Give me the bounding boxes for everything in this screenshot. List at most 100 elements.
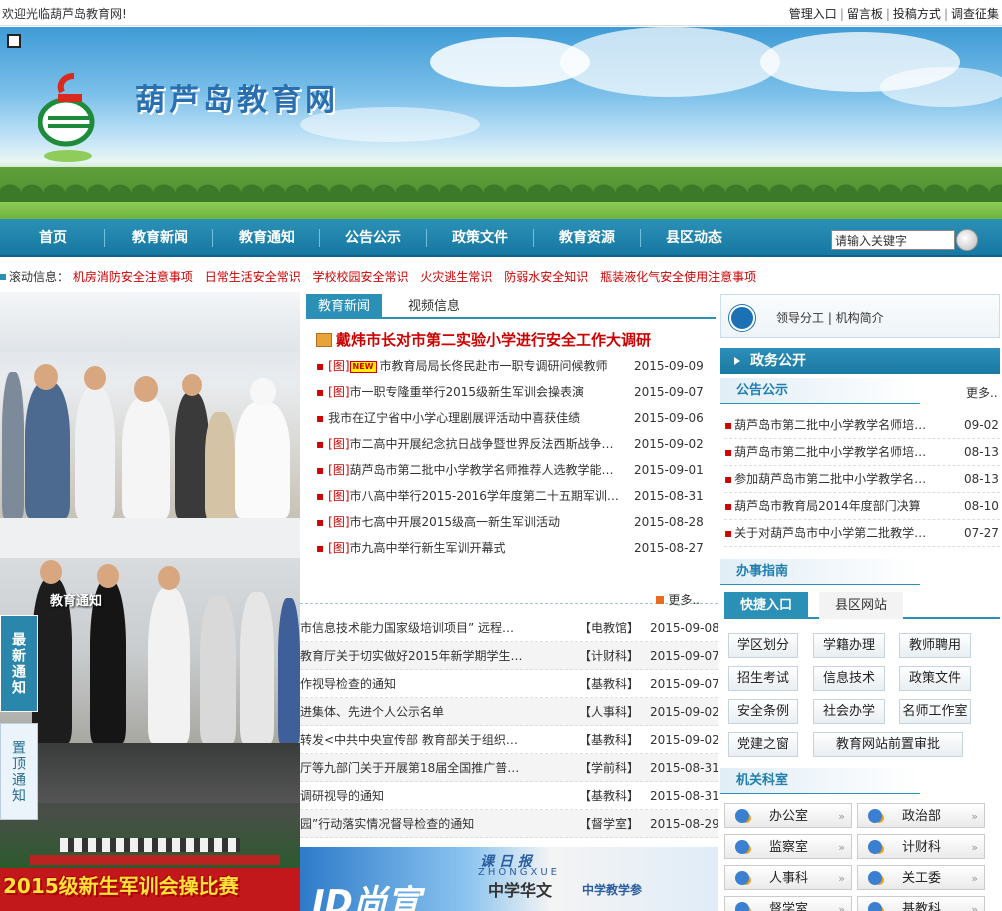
announce-item[interactable]: ▪ 关于对葫芦岛市中小学第二批教学… 07-27 [724, 520, 1000, 547]
welcome-text: 欢迎光临葫芦岛教育网! [2, 7, 127, 21]
nav-policy[interactable]: 政策文件 [442, 219, 518, 257]
tab-quick-entry[interactable]: 快捷入口 [724, 592, 809, 619]
news-icon [316, 333, 332, 347]
notice-item[interactable]: 转发<中共中央宣传部 教育部关于组织… 【基教科】 2015-09-02 [300, 726, 718, 754]
announce-item[interactable]: ▪ 葫芦岛市教育局2014年度部门决算 08-10 [724, 493, 1000, 520]
news-item[interactable]: ▪ [图]市七高中开展2015级高一新生军训活动 2015-08-28 [316, 509, 716, 535]
guide-button[interactable]: 招生考试 [728, 666, 798, 691]
people-icon [868, 840, 882, 854]
admin-link[interactable]: 管理入口 [786, 7, 840, 21]
scroll-item[interactable]: 机房消防安全注意事项 [73, 270, 193, 284]
center-column: 教育新闻 视频信息 戴炜市长对市第二实验小学进行安全工作大调研 ▪ [图] NEW 市… [300, 292, 718, 911]
survey-link[interactable]: 调查征集 [948, 7, 1002, 21]
guide-button[interactable]: 信息技术 [813, 666, 885, 691]
nav-home[interactable]: 首页 [18, 219, 88, 257]
news-item[interactable]: ▪ [图]市八高中举行2015-2016学年度第二十五期军训… 2015-08-31 [316, 483, 716, 509]
people-icon [868, 871, 882, 885]
leader-box[interactable]: 领导分工 | 机构简介 [720, 294, 1000, 338]
announce-title: 公告公示 [720, 378, 920, 404]
nav-education-notice[interactable]: 教育通知 [229, 219, 305, 257]
tab-video-info[interactable]: 视频信息 [396, 294, 472, 319]
nav-announcements[interactable]: 公告公示 [335, 219, 411, 257]
guide-button[interactable]: 学区划分 [728, 633, 798, 658]
dept-button[interactable]: 督学室» [724, 896, 852, 911]
people-icon [868, 902, 882, 911]
scroll-item[interactable]: 火灾逃生常识 [420, 270, 492, 284]
nav-resources[interactable]: 教育资源 [549, 219, 625, 257]
tab-education-news[interactable]: 教育新闻 [306, 294, 383, 319]
magazine-title: 中学华文 [488, 881, 553, 900]
guide-button[interactable]: 党建之窗 [728, 732, 798, 757]
dept-button[interactable]: 关工委» [857, 865, 985, 890]
scroll-item[interactable]: 日常生活安全常识 [205, 270, 301, 284]
notice-item[interactable]: 园”行动落实情况督导检查的通知 【督学室】 2015-08-29 [300, 810, 718, 838]
news-item[interactable]: ▪ 我市在辽宁省中小学心理剧展评活动中喜获佳绩 2015-09-06 [316, 405, 716, 431]
nav-county-news[interactable]: 县区动态 [656, 219, 732, 257]
corner-box-icon[interactable] [7, 34, 21, 48]
magazine-strip[interactable]: ID尚宣 课 日 报 ZHONGXUE 中学华文 中学教学参 [300, 847, 718, 911]
guide-button[interactable]: 安全条例 [728, 699, 798, 724]
top-links: 管理入口 | 留言板 | 投稿方式 | 调查征集 [786, 5, 1002, 22]
dept-button[interactable]: 政治部» [857, 803, 985, 828]
more-icon [656, 596, 665, 604]
guide-button[interactable]: 教育网站前置审批 [813, 732, 963, 757]
guide-button[interactable]: 政策文件 [899, 666, 971, 691]
guide-button[interactable]: 名师工作室 [899, 699, 971, 724]
news-photo-1[interactable] [0, 292, 300, 518]
announce-item[interactable]: ▪ 葫芦岛市第二批中小学教学名师培… 08-13 [724, 439, 1000, 466]
submission-link[interactable]: 投稿方式 [890, 7, 944, 21]
guide-button[interactable]: 学籍办理 [813, 633, 885, 658]
guestbook-link[interactable]: 留言板 [844, 7, 886, 21]
people-icon [735, 809, 749, 823]
dept-button[interactable]: 办公室» [724, 803, 852, 828]
news-item[interactable]: ▪ [图] NEW 市教育局局长佟民赴市一职专调研问候教师 2015-09-09 [316, 353, 716, 379]
photo-caption: 教育通知 [50, 594, 103, 609]
leader-links[interactable]: 领导分工 | 机构简介 [776, 309, 884, 326]
tab-latest-notice[interactable]: 最新通知 [0, 615, 38, 712]
tab-pinned-notice[interactable]: 置顶通知 [0, 723, 38, 820]
people-icon [735, 871, 749, 885]
guide-button[interactable]: 教师聘用 [899, 633, 971, 658]
search-icon[interactable] [956, 229, 978, 251]
site-logo[interactable] [38, 72, 100, 168]
nav-education-news[interactable]: 教育新闻 [122, 219, 198, 257]
notice-item[interactable]: 教育厅关于切实做好2015年新学期学生… 【计财科】 2015-09-07 [300, 642, 718, 670]
notices-more-link[interactable]: 更多.. [656, 591, 700, 608]
news-photo-2[interactable] [0, 518, 300, 743]
announce-item[interactable]: ▪ 参加葫芦岛市第二批中小学教学名… 08-13 [724, 466, 1000, 493]
dept-button[interactable]: 基教科» [857, 896, 985, 911]
tab-county-sites[interactable]: 县区网站 [819, 592, 904, 619]
news-item[interactable]: ▪ [图]葫芦岛市第二批中小学教学名师推荐人选教学能… 2015-09-01 [316, 457, 716, 483]
guide-button[interactable]: 社会办学 [813, 699, 885, 724]
dept-title: 机关科室 [720, 768, 920, 794]
news-item[interactable]: ▪ [图]市九高中举行新生军训开幕式 2015-08-27 [316, 535, 716, 561]
headline-text: 戴炜市长对市第二实验小学进行安全工作大调研 [336, 331, 652, 349]
scroll-item[interactable]: 防弱水安全知识 [504, 270, 588, 284]
arrow-right-icon [734, 357, 740, 365]
announce-item[interactable]: ▪ 葫芦岛市第二批中小学教学名师培… 09-02 [724, 412, 1000, 439]
notice-item[interactable]: 进集体、先进个人公示名单 【人事科】 2015-09-02 [300, 698, 718, 726]
dept-button[interactable]: 人事科» [724, 865, 852, 890]
dept-button[interactable]: 监察室» [724, 834, 852, 859]
notice-item[interactable]: 市信息技术能力国家级培训项目” 远程… 【电教馆】 2015-09-08 [300, 614, 718, 642]
notice-item[interactable]: 调研视导的通知 【基教科】 2015-08-31 [300, 782, 718, 810]
site-banner: 葫芦岛教育网 [0, 27, 1002, 219]
photo-column: 教育通知 [0, 292, 300, 911]
announce-more-link[interactable]: 更多.. [966, 384, 998, 401]
headline-news[interactable]: 戴炜市长对市第二实验小学进行安全工作大调研 [316, 329, 651, 350]
dept-button[interactable]: 计财科» [857, 834, 985, 859]
notice-item[interactable]: 作视导检查的通知 【基教科】 2015-09-07 [300, 670, 718, 698]
scroll-item[interactable]: 学校校园安全常识 [313, 270, 409, 284]
people-icon [735, 840, 749, 854]
news-item[interactable]: ▪ [图]市二高中开展纪念抗日战争暨世界反法西斯战争… 2015-09-02 [316, 431, 716, 457]
notice-item[interactable]: 厅等九部门关于开展第18届全国推广普… 【学前科】 2015-08-31 [300, 754, 718, 782]
magazine-title: ID尚宣 [312, 883, 421, 911]
scroll-label: 滚动信息： [9, 270, 70, 284]
top-bar: 欢迎光临葫芦岛教育网! 管理入口 | 留言板 | 投稿方式 | 调查征集 [0, 0, 1002, 26]
guide-tabs: 快捷入口 县区网站 [724, 592, 1000, 619]
magazine-title: 中学教学参 [582, 883, 643, 897]
search-input[interactable] [831, 230, 955, 250]
news-item[interactable]: ▪ [图]市一职专隆重举行2015级新生军训会操表演 2015-09-07 [316, 379, 716, 405]
new-badge-icon: NEW [349, 361, 377, 373]
scroll-item[interactable]: 瓶装液化气安全使用注意事项 [600, 270, 756, 284]
